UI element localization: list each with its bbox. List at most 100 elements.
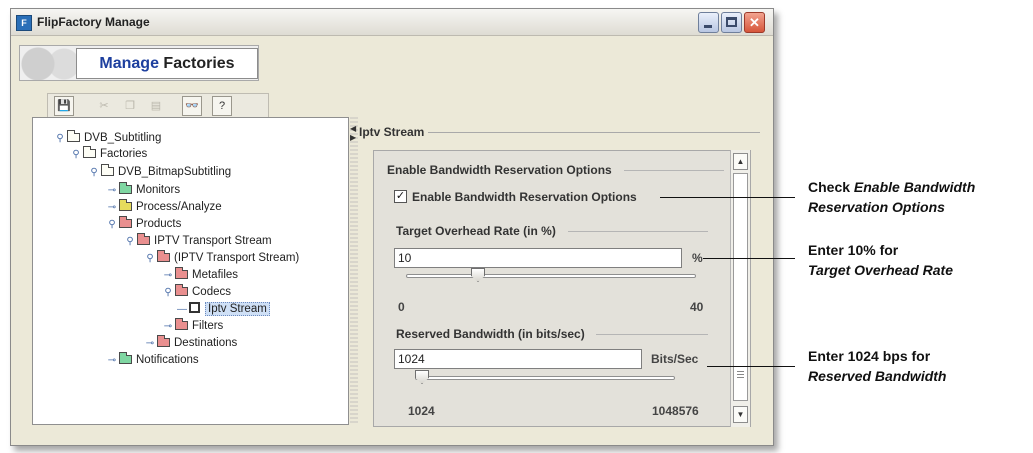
- expand-handle-icon[interactable]: ⚲: [89, 165, 99, 181]
- callout-text: Target Overhead Rate: [808, 262, 953, 278]
- copy-button[interactable]: ❐: [120, 96, 140, 116]
- tree-node-label: Products: [136, 218, 182, 230]
- overhead-group-title: Target Overhead Rate (in %): [396, 224, 556, 238]
- maximize-button[interactable]: [721, 12, 742, 33]
- callout-line: [703, 258, 795, 259]
- overhead-rate-input[interactable]: 10: [394, 248, 682, 268]
- reserved-bandwidth-input[interactable]: 1024: [394, 349, 642, 369]
- paste-icon: ▤: [150, 100, 162, 112]
- tree-node-label: Factories: [100, 148, 148, 160]
- title-bar[interactable]: F FlipFactory Manage ✕: [11, 9, 773, 36]
- page-title-accent: Manage: [99, 55, 159, 72]
- scroll-down-button[interactable]: ▼: [733, 406, 748, 423]
- arrow-down-icon: ▼: [736, 410, 745, 419]
- collapse-handle-icon[interactable]: ⊸: [145, 336, 155, 352]
- tree-node-label: DVB_BitmapSubtitling: [118, 166, 232, 178]
- folder-icon: [119, 216, 132, 228]
- callout-text: Enter 1024 bps for: [808, 348, 931, 364]
- minimize-icon: [704, 25, 712, 28]
- cut-button[interactable]: ✂: [94, 96, 114, 116]
- folder-icon: [157, 335, 170, 347]
- callout-text: Enable Bandwidth: [853, 179, 976, 195]
- tree-node-label: Notifications: [136, 354, 199, 366]
- callout-line: [660, 197, 795, 198]
- tree-connector: —: [177, 304, 187, 315]
- folder-icon: [83, 146, 96, 158]
- overhead-max-label: 40: [690, 300, 704, 314]
- close-icon: ✕: [749, 15, 760, 30]
- folder-icon: [119, 182, 132, 194]
- tree-node-label: Iptv Stream: [205, 302, 270, 316]
- expand-handle-icon[interactable]: ⚲: [107, 217, 117, 233]
- tree-node[interactable]: ⊸ Destinations: [145, 335, 237, 351]
- tree-node[interactable]: ⊸ Notifications: [107, 352, 199, 368]
- group-rule: [568, 231, 708, 232]
- tree-node[interactable]: ⚲ Codecs: [163, 284, 231, 300]
- tree-node[interactable]: ⚲ Products: [107, 216, 181, 232]
- tree-node[interactable]: ⚲ Factories: [71, 146, 147, 162]
- maximize-icon: [726, 17, 737, 27]
- tree-node-label: Filters: [192, 320, 224, 332]
- header-banner: Manage Factories: [19, 45, 259, 81]
- overhead-slider-track[interactable]: [406, 274, 696, 278]
- enable-bandwidth-label: Enable Bandwidth Reservation Options: [412, 190, 637, 204]
- folder-icon: [101, 164, 114, 176]
- tree-node-label: DVB_Subtitling: [84, 132, 162, 144]
- tree-node[interactable]: ⚲ (IPTV Transport Stream): [145, 250, 299, 266]
- callout-overhead-rate: Enter 10% for Target Overhead Rate: [808, 240, 953, 280]
- collapse-handle-icon[interactable]: ⊸: [107, 353, 117, 369]
- enable-bandwidth-checkbox[interactable]: ✓: [394, 190, 407, 203]
- callout-text: Enter 10% for: [808, 242, 899, 258]
- panel-splitter[interactable]: [350, 117, 358, 425]
- tree-node-label: Process/Analyze: [136, 201, 222, 213]
- tree-node[interactable]: ⊸ Process/Analyze: [107, 199, 222, 215]
- help-button[interactable]: ?: [212, 96, 232, 116]
- factory-tree[interactable]: ⚲ DVB_Subtitling ⚲ Factories ⚲ DVB_BitmapSu…: [32, 117, 349, 425]
- arrow-up-icon: ▲: [736, 157, 745, 166]
- expand-handle-icon[interactable]: ⚲: [163, 285, 173, 301]
- expand-handle-icon[interactable]: ⚲: [145, 251, 155, 267]
- grip-icon: [737, 371, 744, 380]
- folder-icon: [157, 250, 170, 262]
- folder-icon: [175, 318, 188, 330]
- reserved-unit: Bits/Sec: [651, 352, 699, 366]
- app-icon: F: [16, 15, 32, 31]
- callout-enable-bandwidth: Check Enable Bandwidth Reservation Optio…: [808, 177, 975, 217]
- save-icon: 💾: [57, 100, 71, 112]
- collapse-handle-icon[interactable]: ⊸: [163, 319, 173, 335]
- folder-icon: [119, 352, 132, 364]
- tree-node[interactable]: ⊸ Metafiles: [163, 267, 238, 283]
- reserved-slider-track[interactable]: [415, 376, 675, 380]
- expand-handle-icon[interactable]: ⚲: [125, 234, 135, 250]
- save-button[interactable]: 💾: [54, 96, 74, 116]
- tree-node[interactable]: ⊸ Filters: [163, 318, 223, 334]
- toolbar: 💾 ✂ ❐ ▤ 👓 ?: [47, 93, 269, 119]
- scroll-up-button[interactable]: ▲: [733, 153, 748, 170]
- expand-handle-icon[interactable]: ⚲: [71, 147, 81, 163]
- collapse-handle-icon[interactable]: ⊸: [163, 268, 173, 284]
- tree-node[interactable]: ⚲ DVB_Subtitling: [55, 130, 161, 146]
- vertical-scrollbar[interactable]: ▲ ▼: [730, 150, 750, 427]
- film-icon: [189, 302, 200, 313]
- group-rule: [596, 334, 708, 335]
- callout-text: Reserved Bandwidth: [808, 368, 947, 384]
- collapse-handle-icon[interactable]: ⊸: [107, 183, 117, 199]
- tree-node-label: Destinations: [174, 337, 238, 349]
- expand-handle-icon[interactable]: ⚲: [55, 131, 65, 147]
- bandwidth-group-title: Enable Bandwidth Reservation Options: [387, 163, 612, 177]
- paste-button[interactable]: ▤: [146, 96, 166, 116]
- folder-icon: [175, 267, 188, 279]
- tree-node[interactable]: ⊸ Monitors: [107, 182, 180, 198]
- page-title: Manage Factories: [76, 48, 258, 79]
- find-button[interactable]: 👓: [182, 96, 202, 116]
- splitter-arrows-icon[interactable]: ◀ ▶: [350, 124, 356, 142]
- panel-title-rule: [428, 132, 760, 133]
- tree-node[interactable]: ⚲ DVB_BitmapSubtitling: [89, 164, 231, 180]
- tree-node[interactable]: ⚲ IPTV Transport Stream: [125, 233, 272, 249]
- minimize-button[interactable]: [698, 12, 719, 33]
- close-button[interactable]: ✕: [744, 12, 765, 33]
- copy-icon: ❐: [125, 100, 135, 112]
- tree-node-selected[interactable]: — Iptv Stream: [177, 301, 270, 317]
- collapse-handle-icon[interactable]: ⊸: [107, 200, 117, 216]
- find-icon: 👓: [185, 100, 199, 112]
